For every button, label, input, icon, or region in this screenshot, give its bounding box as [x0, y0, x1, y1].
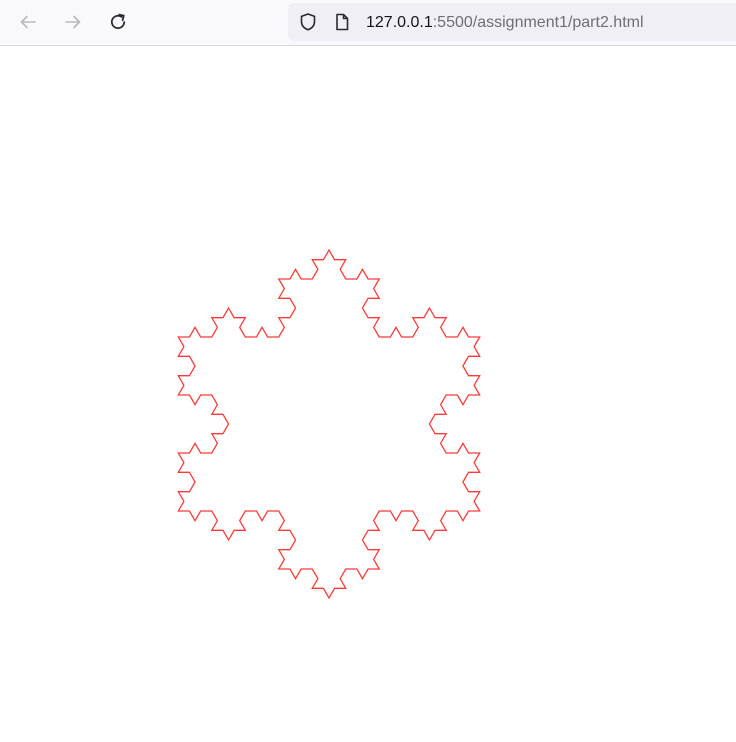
- page-icon[interactable]: [332, 12, 352, 32]
- url-text[interactable]: 127.0.0.1:5500/assignment1/part2.html: [366, 13, 644, 33]
- reload-icon: [108, 12, 128, 32]
- page-content: [0, 47, 736, 742]
- arrow-right-icon: [63, 12, 83, 32]
- koch-snowflake: [177, 248, 481, 600]
- back-button[interactable]: [13, 7, 43, 37]
- url-path: :5500/assignment1/part2.html: [432, 14, 644, 31]
- url-host: 127.0.0.1: [366, 14, 433, 31]
- url-bar[interactable]: 127.0.0.1:5500/assignment1/part2.html: [288, 3, 736, 41]
- arrow-left-icon: [18, 12, 38, 32]
- reload-button[interactable]: [103, 7, 133, 37]
- shield-icon[interactable]: [298, 12, 318, 32]
- forward-button[interactable]: [58, 7, 88, 37]
- browser-toolbar: 127.0.0.1:5500/assignment1/part2.html: [0, 0, 736, 46]
- koch-snowflake-canvas: [177, 248, 481, 600]
